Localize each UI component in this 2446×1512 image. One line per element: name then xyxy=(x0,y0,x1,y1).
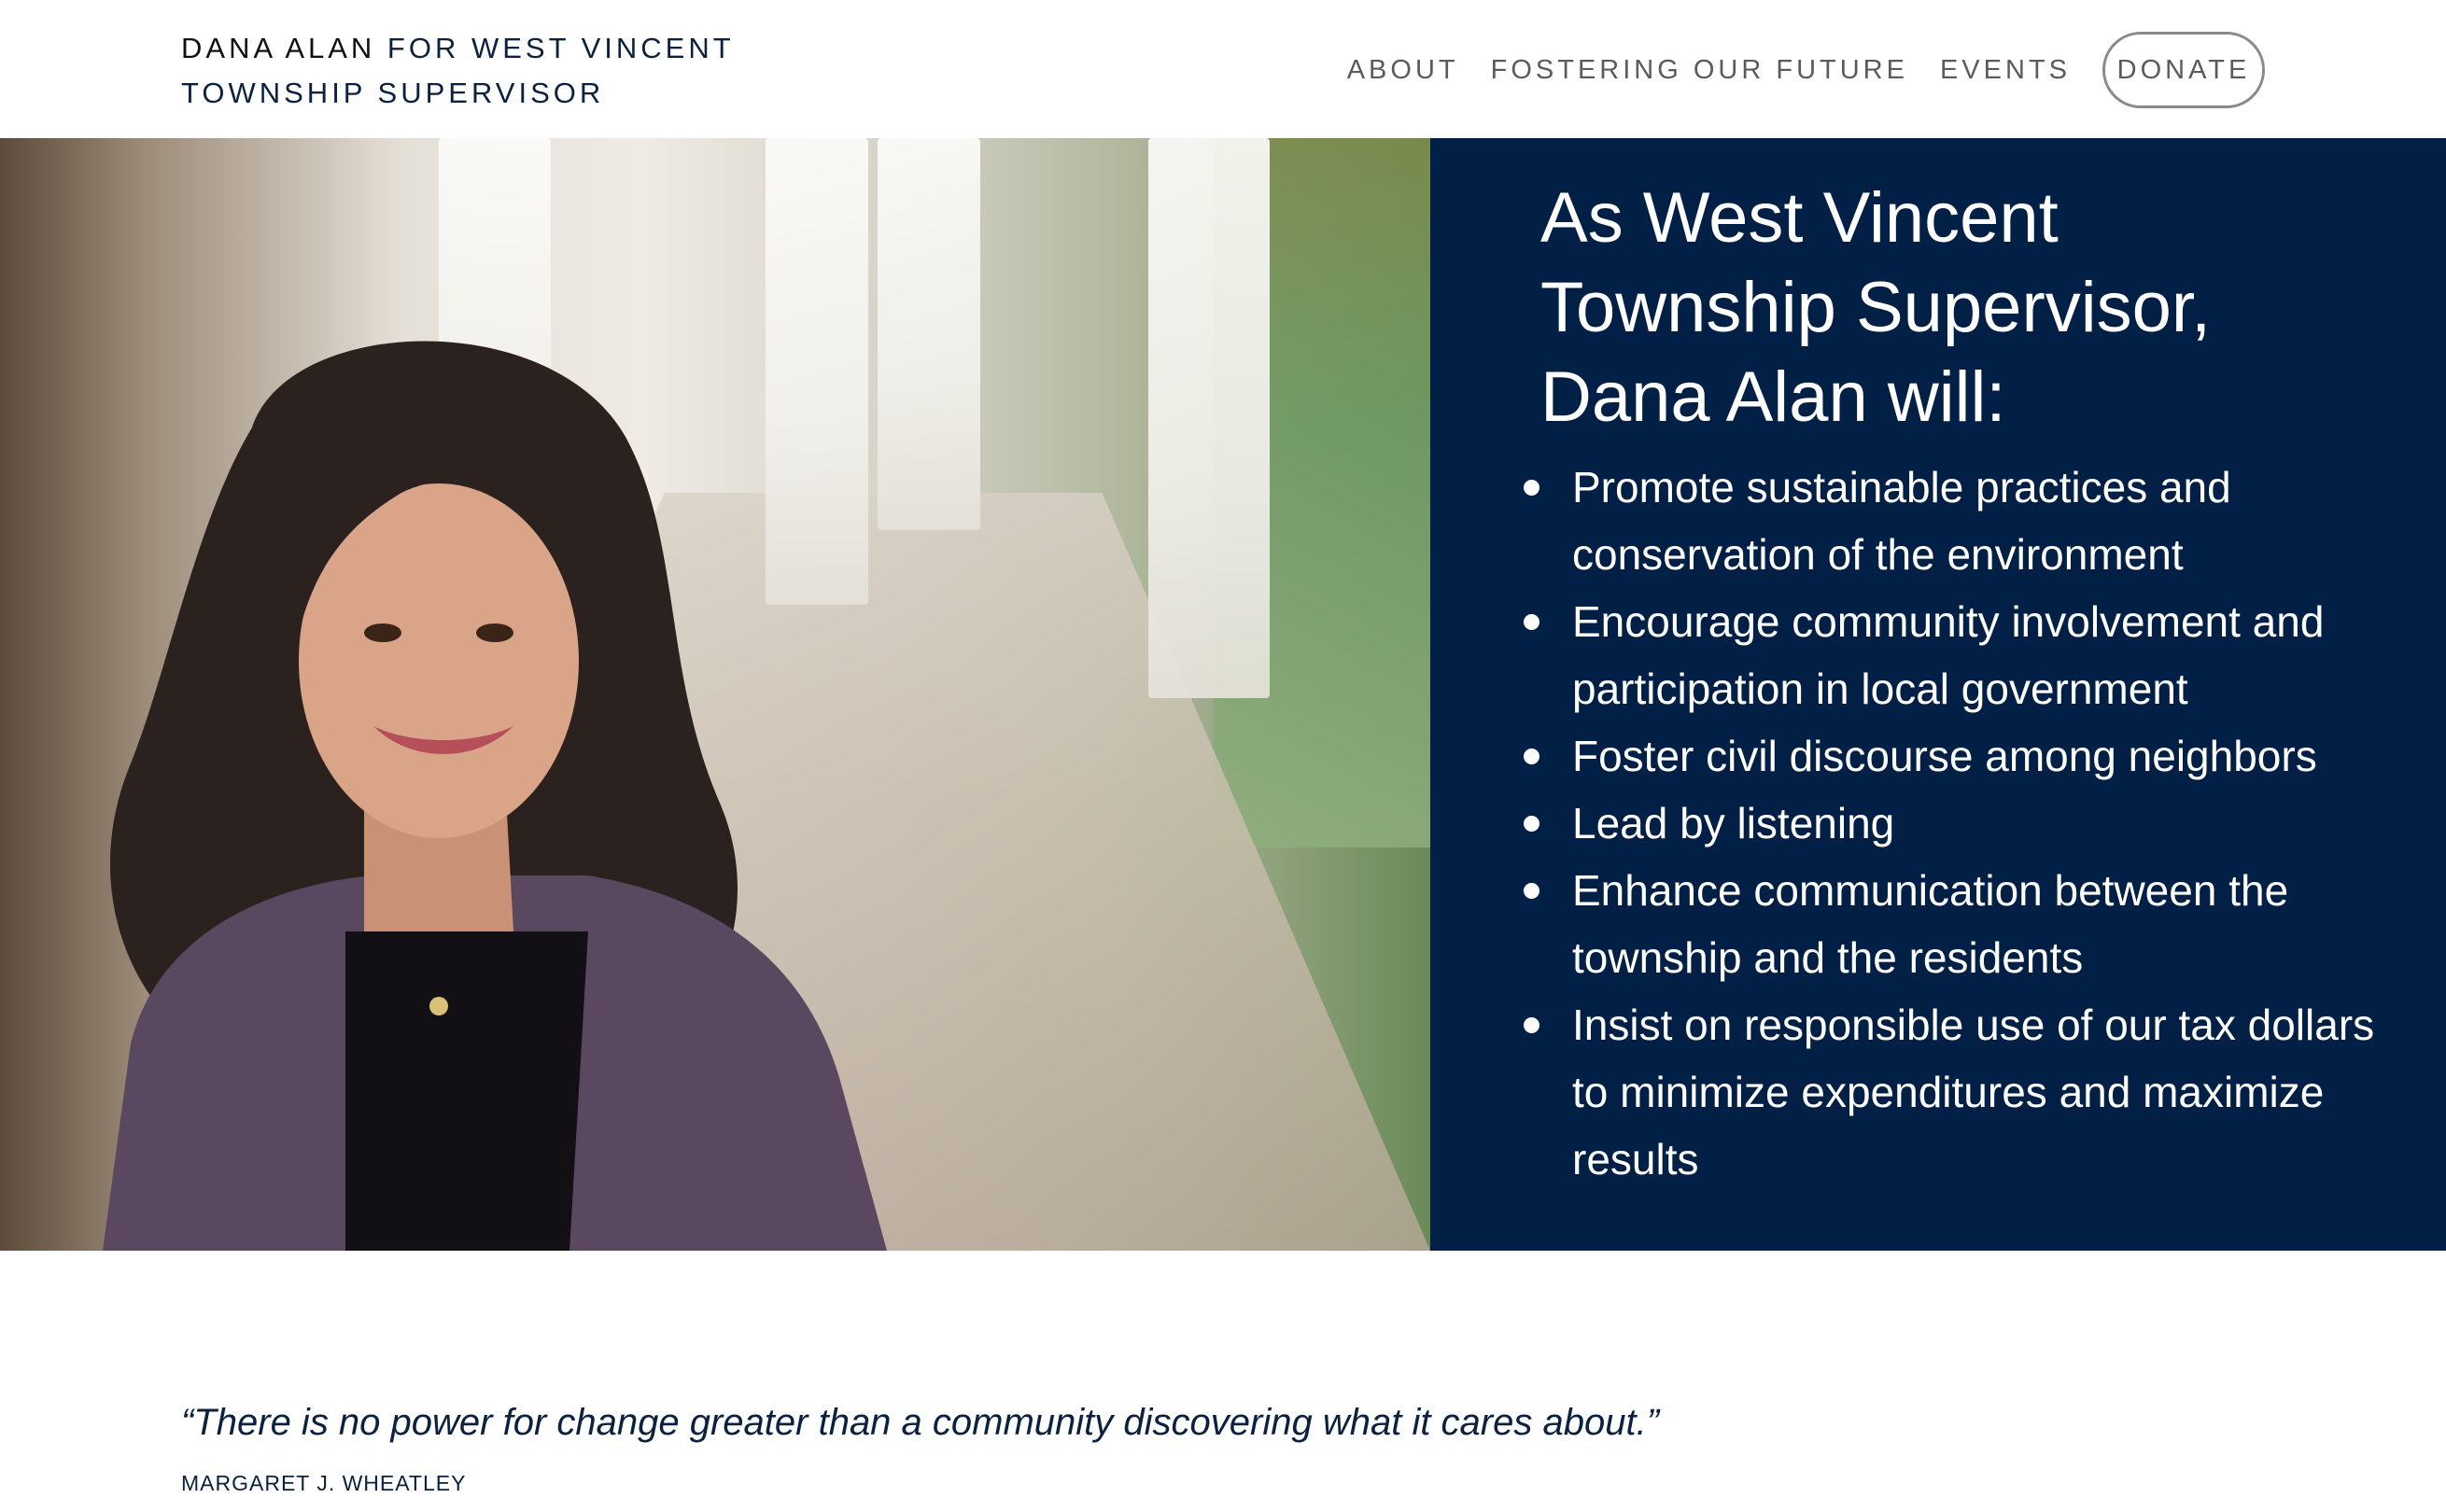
candidate-portrait xyxy=(103,341,887,1251)
photo-background-column xyxy=(1148,138,1270,698)
quote-attribution: MARGARET J. WHEATLEY xyxy=(181,1471,467,1495)
platform-item-text: Promote sustainable practices and conser… xyxy=(1572,463,2231,579)
nav-about[interactable]: ABOUT xyxy=(1347,55,1459,86)
platform-item: Encourage community involvement and part… xyxy=(1524,588,2420,722)
platform-item-text: Lead by listening xyxy=(1572,799,1895,847)
platform-panel: As West Vincent Township Supervisor, Dan… xyxy=(1430,138,2446,1251)
nav-fostering-our-future[interactable]: FOSTERING OUR FUTURE xyxy=(1491,55,1908,86)
bullet-icon xyxy=(1524,1017,1539,1033)
platform-item: Foster civil discourse among neighbors xyxy=(1524,722,2420,790)
main-nav: ABOUT FOSTERING OUR FUTURE EVENTS DONATE xyxy=(1315,32,2265,108)
bullet-icon xyxy=(1524,816,1539,832)
bullet-icon xyxy=(1524,883,1539,899)
platform-item-text: Encourage community involvement and part… xyxy=(1572,597,2325,713)
platform-item-text: Insist on responsible use of our tax dol… xyxy=(1572,1001,2375,1183)
candidate-photo xyxy=(0,138,1430,1251)
bullet-icon xyxy=(1524,749,1539,764)
hero-section: As West Vincent Township Supervisor, Dan… xyxy=(0,138,2446,1251)
platform-heading: As West Vincent Township Supervisor, Dan… xyxy=(1540,178,2212,437)
site-title-link[interactable]: DANA ALAN FOR WEST VINCENT TOWNSHIP SUPE… xyxy=(181,26,779,116)
nav-events[interactable]: EVENTS xyxy=(1940,55,2071,86)
platform-item: Insist on responsible use of our tax dol… xyxy=(1524,991,2420,1193)
donate-button[interactable]: DONATE xyxy=(2102,32,2265,108)
platform-item-text: Enhance communication between the townsh… xyxy=(1572,866,2289,982)
platform-list: Promote sustainable practices and conser… xyxy=(1524,454,2420,1193)
site-title-name: DANA ALAN xyxy=(181,32,376,64)
platform-item: Promote sustainable practices and conser… xyxy=(1524,454,2420,588)
site-header: DANA ALAN FOR WEST VINCENT TOWNSHIP SUPE… xyxy=(0,0,2446,138)
platform-item: Enhance communication between the townsh… xyxy=(1524,857,2420,991)
bullet-icon xyxy=(1524,614,1539,630)
platform-item-text: Foster civil discourse among neighbors xyxy=(1572,732,2317,780)
bullet-icon xyxy=(1524,480,1539,496)
quote-text: “There is no power for change greater th… xyxy=(181,1402,1660,1443)
platform-item: Lead by listening xyxy=(1524,790,2420,857)
